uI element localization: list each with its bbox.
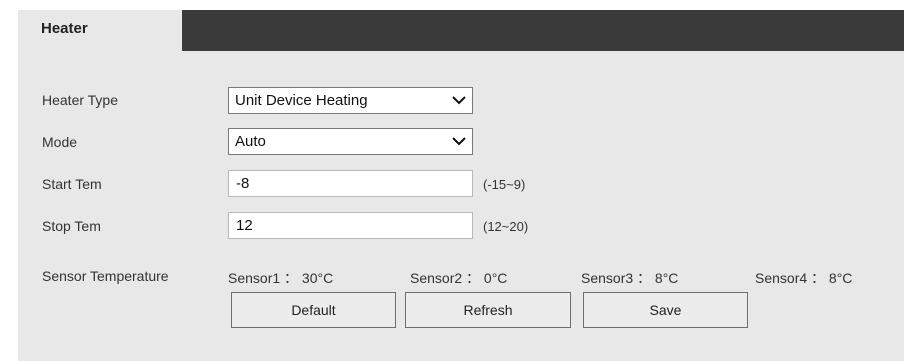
heater-type-select[interactable]: Unit Device Heating: [228, 87, 473, 114]
top-strip: [0, 0, 904, 10]
tab-bar: Heater: [18, 10, 904, 51]
sensor-temperature-label: Sensor Temperature: [42, 268, 169, 284]
tab-heater[interactable]: Heater: [18, 10, 182, 51]
chevron-down-icon: [452, 137, 466, 146]
heater-type-label: Heater Type: [42, 92, 119, 108]
start-tem-input[interactable]: -8: [228, 170, 473, 197]
sensor2-reading: Sensor2 ： 0°C: [410, 270, 508, 286]
start-tem-label: Start Tem: [42, 176, 102, 192]
mode-label: Mode: [42, 134, 78, 150]
stop-tem-label: Stop Tem: [42, 218, 101, 234]
heater-panel: Heater Heater Type Unit Device Heating M…: [18, 10, 904, 361]
stop-tem-range: (12~20): [483, 219, 529, 234]
sensor1-reading: Sensor1 ： 30°C: [228, 270, 334, 286]
mode-value: Auto: [235, 133, 266, 150]
chevron-down-icon: [452, 96, 466, 105]
start-tem-range: (-15~9): [483, 177, 526, 192]
stop-tem-input[interactable]: 12: [228, 212, 473, 239]
default-button[interactable]: Default: [231, 292, 396, 328]
sensor3-reading: Sensor3 ： 8°C: [581, 270, 679, 286]
mode-select[interactable]: Auto: [228, 128, 473, 155]
sensor4-reading: Sensor4 ： 8°C: [755, 270, 853, 286]
heater-type-value: Unit Device Heating: [235, 92, 368, 109]
save-button[interactable]: Save: [583, 292, 748, 328]
refresh-button[interactable]: Refresh: [405, 292, 571, 328]
